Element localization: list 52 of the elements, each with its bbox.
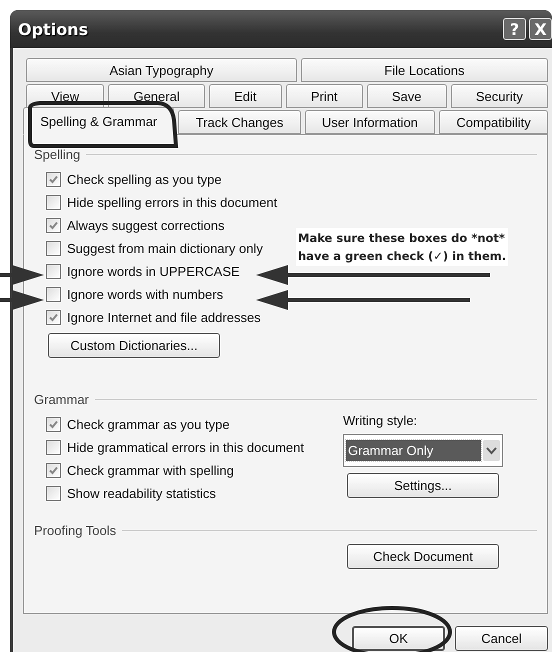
- checkbox[interactable]: [46, 287, 61, 302]
- ok-button[interactable]: OK: [352, 626, 445, 651]
- tab[interactable]: Track Changes: [178, 110, 301, 134]
- option-label: Show readability statistics: [67, 486, 216, 501]
- settings-button[interactable]: Settings...: [347, 473, 499, 498]
- option-label: Ignore words in UPPERCASE: [67, 264, 240, 279]
- writing-style-label: Writing style:: [343, 413, 418, 428]
- option-label: Check spelling as you type: [67, 172, 222, 187]
- checkbox[interactable]: [46, 264, 61, 279]
- section-title: Proofing Tools: [34, 523, 116, 538]
- check-icon: [48, 419, 59, 430]
- tab[interactable]: Print: [286, 84, 363, 108]
- checkbox[interactable]: [46, 310, 61, 325]
- tab[interactable]: User Information: [304, 110, 436, 134]
- checkbox[interactable]: [46, 241, 61, 256]
- window-title: Options: [18, 20, 90, 38]
- cancel-button[interactable]: Cancel: [455, 626, 548, 651]
- checkbox[interactable]: [46, 440, 61, 455]
- checkbox[interactable]: [46, 172, 61, 187]
- tab[interactable]: Edit: [208, 84, 282, 108]
- check-icon: [48, 220, 59, 231]
- option-label: Check grammar as you type: [67, 417, 230, 432]
- tab[interactable]: Save: [366, 84, 447, 108]
- option-label: Check grammar with spelling: [67, 463, 234, 478]
- help-button[interactable]: ?: [503, 18, 526, 40]
- tab[interactable]: Asian Typography: [26, 58, 297, 82]
- check-icon: [48, 312, 59, 323]
- annotation-note: Make sure these boxes do *not* have a green check (✓) in them.: [296, 228, 508, 266]
- checkbox[interactable]: [46, 417, 61, 432]
- checkbox[interactable]: [46, 195, 61, 210]
- checkbox[interactable]: [46, 486, 61, 501]
- checkbox[interactable]: [46, 463, 61, 478]
- section-title: Grammar: [34, 392, 89, 407]
- tab[interactable]: File Locations: [300, 58, 548, 82]
- option-label: Always suggest corrections: [67, 218, 225, 233]
- check-icon: [48, 465, 59, 476]
- checkbox[interactable]: [46, 218, 61, 233]
- tab[interactable]: Security: [450, 84, 548, 108]
- close-button[interactable]: X: [529, 18, 552, 40]
- caret-icon: [483, 440, 500, 461]
- writing-style-dropdown[interactable]: Grammar Only: [343, 434, 503, 467]
- custom-dictionaries-button[interactable]: Custom Dictionaries...: [48, 333, 220, 358]
- tab[interactable]: Compatibility: [439, 110, 548, 134]
- check-document-button[interactable]: Check Document: [347, 544, 499, 569]
- option-label: Ignore Internet and file addresses: [67, 310, 261, 325]
- tab[interactable]: Spelling & Grammar: [23, 107, 174, 135]
- option-label: Hide grammatical errors in this document: [67, 440, 304, 455]
- check-icon: [48, 174, 59, 185]
- option-label: Suggest from main dictionary only: [67, 241, 263, 256]
- option-label: Hide spelling errors in this document: [67, 195, 278, 210]
- option-label: Ignore words with numbers: [67, 287, 224, 302]
- section-title: Spelling: [34, 147, 80, 162]
